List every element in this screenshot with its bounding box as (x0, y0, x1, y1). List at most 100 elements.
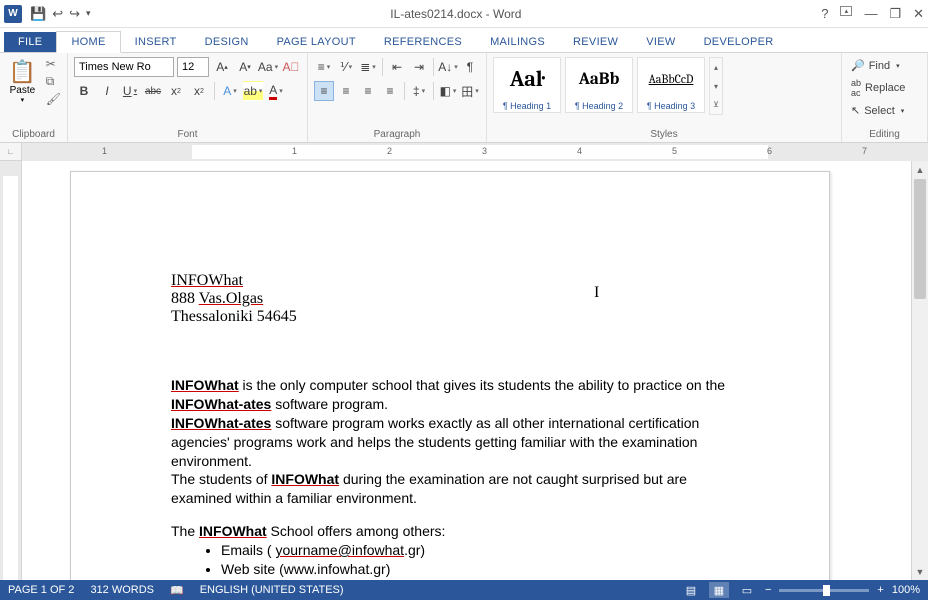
save-icon[interactable]: 💾 (30, 6, 46, 22)
font-color-button[interactable]: A (266, 81, 286, 101)
body-para-4: The INFOWhat School offers among others: (171, 522, 729, 541)
status-page[interactable]: PAGE 1 OF 2 (8, 584, 74, 597)
view-print-layout-icon[interactable]: ▦ (709, 582, 729, 598)
ribbon-display-icon[interactable]: ▴ (840, 6, 852, 16)
justify-button[interactable]: ≡ (380, 81, 400, 101)
superscript-button[interactable]: x2 (189, 81, 209, 101)
underline-button[interactable]: U (120, 81, 140, 101)
zoom-out-button[interactable]: − (765, 584, 771, 596)
paste-button[interactable]: 📋 Paste ▾ (6, 57, 39, 105)
borders-button[interactable]: 田 (460, 81, 480, 101)
find-button[interactable]: 🔎Find▾ (848, 57, 921, 74)
group-paragraph: ≡ ⅟ ≣ ⇤ ⇥ A↓ ¶ ≡ ≡ ≡ ≡ ‡ ◧ 田 P (308, 53, 487, 142)
zoom-in-button[interactable]: + (877, 584, 883, 596)
styles-up-icon[interactable]: ▴ (710, 58, 722, 77)
undo-icon[interactable]: ↩ (52, 6, 63, 22)
italic-button[interactable]: I (97, 81, 117, 101)
bullets-button[interactable]: ≡ (314, 57, 334, 77)
zoom-slider[interactable] (779, 589, 869, 592)
window-title: IL-ates0214.docx - Word (91, 7, 822, 21)
scroll-up-icon[interactable]: ▲ (912, 161, 928, 178)
vertical-ruler[interactable] (0, 161, 22, 580)
tab-view[interactable]: VIEW (632, 32, 689, 52)
text-effects-button[interactable]: A (220, 81, 240, 101)
tab-design[interactable]: DESIGN (191, 32, 263, 52)
status-words[interactable]: 312 WORDS (90, 584, 154, 597)
status-language[interactable]: ENGLISH (UNITED STATES) (200, 584, 344, 597)
tab-page-layout[interactable]: PAGE LAYOUT (263, 32, 370, 52)
show-hide-button[interactable]: ¶ (460, 57, 480, 77)
text-cursor-icon: I (594, 284, 599, 302)
vertical-scrollbar[interactable]: ▲ ▼ (911, 161, 928, 580)
status-bar: PAGE 1 OF 2 312 WORDS 📖 ENGLISH (UNITED … (0, 580, 928, 600)
highlight-button[interactable]: ab (243, 81, 263, 101)
zoom-slider-handle[interactable] (823, 585, 830, 596)
select-icon: ↖ (851, 104, 860, 117)
letterhead-line-3: Thessaloniki 54645 (171, 308, 729, 326)
paragraph-group-label: Paragraph (314, 129, 480, 140)
align-left-button[interactable]: ≡ (314, 81, 334, 101)
align-center-button[interactable]: ≡ (336, 81, 356, 101)
copy-icon[interactable]: ⧉ (46, 74, 61, 89)
close-icon[interactable]: ✕ (913, 6, 924, 22)
tab-file[interactable]: FILE (4, 32, 56, 52)
shading-button[interactable]: ◧ (438, 81, 458, 101)
zoom-level[interactable]: 100% (892, 584, 920, 596)
ribbon-tabs: FILE HOME INSERT DESIGN PAGE LAYOUT REFE… (0, 28, 928, 53)
clear-formatting-button[interactable]: A⃠ (281, 57, 301, 77)
style-heading-1[interactable]: Aaŀ ¶ Heading 1 (493, 57, 561, 113)
group-font: A▴ A▾ Aa A⃠ B I U abc x2 x2 A ab A Font (68, 53, 308, 142)
subscript-button[interactable]: x2 (166, 81, 186, 101)
help-icon[interactable]: ? (821, 6, 828, 22)
horizontal-ruler[interactable]: 1 1 2 3 4 5 6 7 (22, 143, 928, 161)
bold-button[interactable]: B (74, 81, 94, 101)
style-heading-2[interactable]: AaBb ¶ Heading 2 (565, 57, 633, 113)
change-case-button[interactable]: Aa (258, 57, 278, 77)
select-button[interactable]: ↖Select▾ (848, 102, 921, 119)
letterhead-line-1: INFOWhat (171, 272, 729, 290)
document-page[interactable]: INFOWhat 888 Vas.Olgas Thessaloniki 5464… (70, 171, 830, 580)
styles-gallery-more[interactable]: ▴ ▾ ⊻ (709, 57, 723, 115)
style-heading-3[interactable]: AaBbCcD ¶ Heading 3 (637, 57, 705, 113)
strikethrough-button[interactable]: abc (143, 81, 163, 101)
numbering-button[interactable]: ⅟ (336, 57, 356, 77)
redo-icon[interactable]: ↪ (69, 6, 80, 22)
view-read-mode-icon[interactable]: ▤ (681, 582, 701, 598)
offer-list: Emails ( yourname@infowhat.gr) Web site … (221, 541, 729, 580)
grow-font-button[interactable]: A▴ (212, 57, 232, 77)
window-controls: ? ▴ — ❐ ✕ (821, 6, 924, 22)
align-right-button[interactable]: ≡ (358, 81, 378, 101)
cut-icon[interactable]: ✂ (46, 57, 61, 71)
scroll-down-icon[interactable]: ▼ (912, 563, 928, 580)
line-spacing-button[interactable]: ‡ (409, 81, 429, 101)
tab-references[interactable]: REFERENCES (370, 32, 476, 52)
restore-icon[interactable]: ❐ (889, 6, 901, 22)
status-proofing-icon[interactable]: 📖 (170, 584, 184, 597)
page-scroll[interactable]: INFOWhat 888 Vas.Olgas Thessaloniki 5464… (22, 161, 911, 580)
document-area: INFOWhat 888 Vas.Olgas Thessaloniki 5464… (0, 161, 928, 580)
body-para-1: INFOWhat is the only computer school tha… (171, 376, 729, 414)
view-web-layout-icon[interactable]: ▭ (737, 582, 757, 598)
clipboard-group-label: Clipboard (6, 129, 61, 140)
tab-review[interactable]: REVIEW (559, 32, 632, 52)
format-painter-icon[interactable]: 🖌 (46, 92, 61, 106)
sort-button[interactable]: A↓ (438, 57, 458, 77)
tab-insert[interactable]: INSERT (121, 32, 191, 52)
tab-selector[interactable]: ∟ (0, 143, 22, 161)
styles-down-icon[interactable]: ▾ (710, 77, 722, 96)
list-item: Web site (www.infowhat.gr) (221, 560, 729, 579)
tab-developer[interactable]: DEVELOPER (690, 32, 788, 52)
decrease-indent-button[interactable]: ⇤ (387, 57, 407, 77)
group-clipboard: 📋 Paste ▾ ✂ ⧉ 🖌 Clipboard (0, 53, 68, 142)
replace-button[interactable]: abacReplace (848, 76, 921, 100)
font-size-input[interactable] (177, 57, 209, 77)
font-name-input[interactable] (74, 57, 174, 77)
tab-home[interactable]: HOME (56, 31, 120, 53)
shrink-font-button[interactable]: A▾ (235, 57, 255, 77)
minimize-icon[interactable]: — (864, 6, 877, 22)
tab-mailings[interactable]: MAILINGS (476, 32, 559, 52)
scroll-thumb[interactable] (914, 179, 926, 299)
styles-expand-icon[interactable]: ⊻ (710, 95, 722, 114)
increase-indent-button[interactable]: ⇥ (409, 57, 429, 77)
multilevel-list-button[interactable]: ≣ (358, 57, 378, 77)
